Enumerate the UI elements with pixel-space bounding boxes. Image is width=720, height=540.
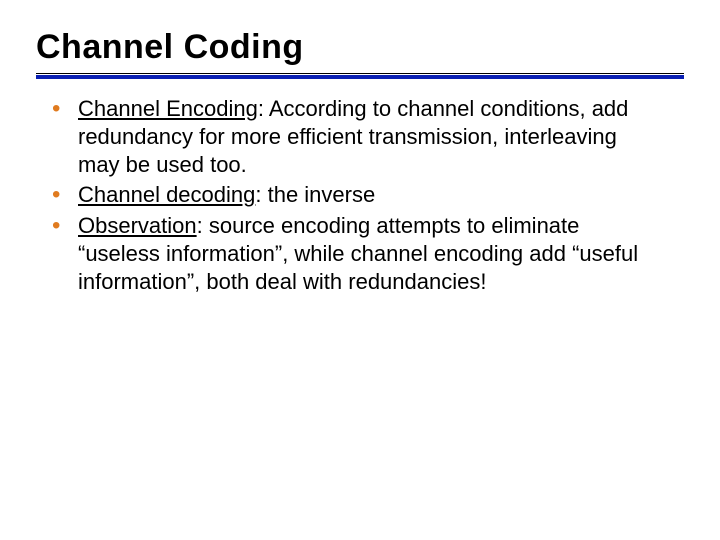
bullet-list: Channel Encoding: According to channel c… xyxy=(48,95,652,296)
bullet-text: : the inverse xyxy=(255,182,375,207)
rule-thin xyxy=(36,73,684,74)
title-rule xyxy=(36,71,684,79)
slide: Channel Coding Channel Encoding: Accordi… xyxy=(0,0,720,540)
list-item: Observation: source encoding attempts to… xyxy=(48,212,652,296)
bullet-lead: Channel decoding xyxy=(78,182,255,207)
slide-title: Channel Coding xyxy=(36,28,684,71)
bullet-lead: Channel Encoding xyxy=(78,96,258,121)
bullet-lead: Observation xyxy=(78,213,197,238)
slide-body: Channel Encoding: According to channel c… xyxy=(36,79,684,296)
list-item: Channel decoding: the inverse xyxy=(48,181,652,209)
list-item: Channel Encoding: According to channel c… xyxy=(48,95,652,179)
